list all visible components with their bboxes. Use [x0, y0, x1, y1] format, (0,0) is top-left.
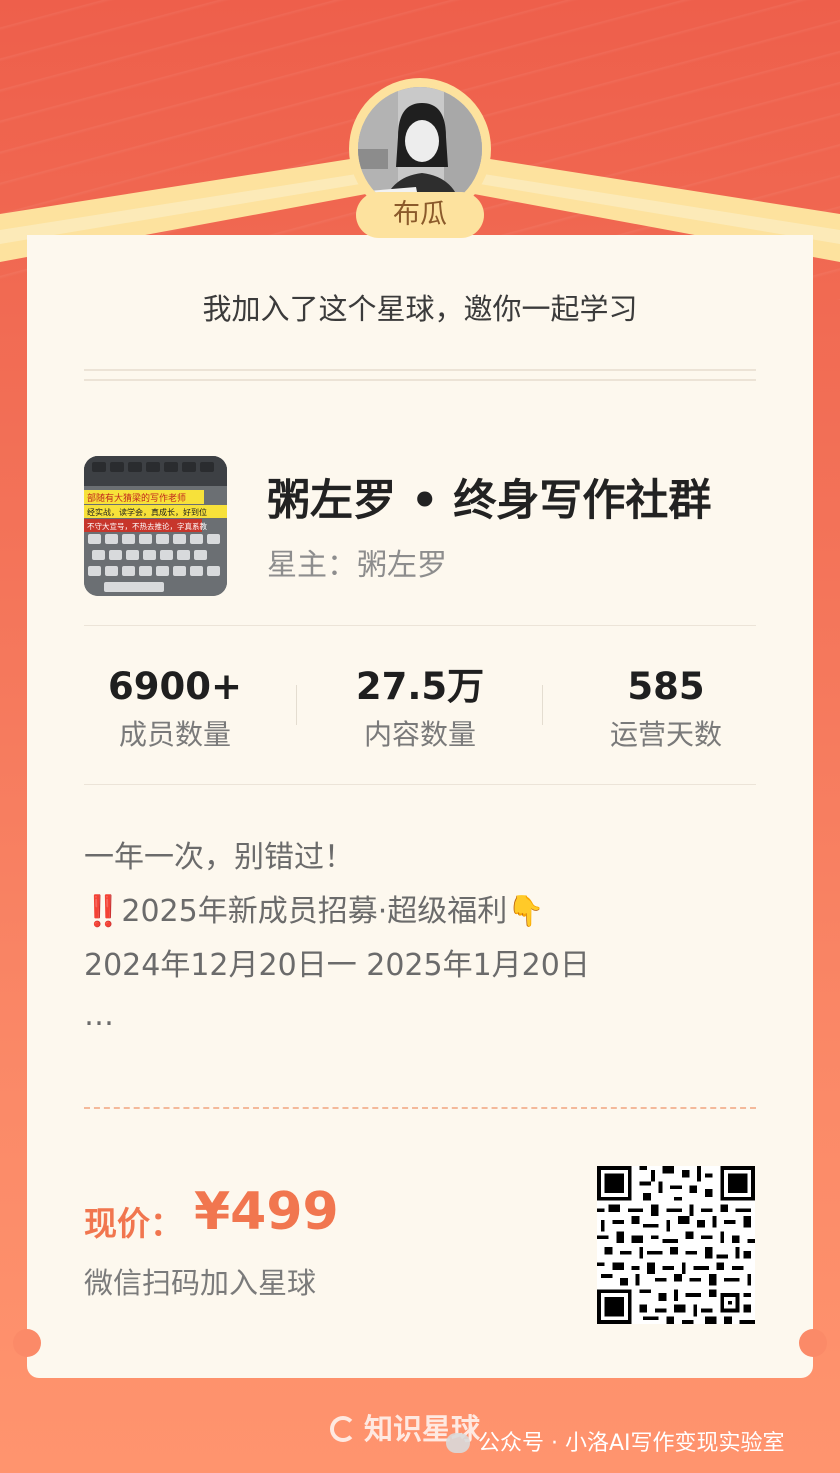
card-notch-left [13, 1329, 41, 1357]
stat-separator [542, 685, 543, 725]
watermark-text: 公众号 · 小洛AI写作变现实验室 [478, 1431, 785, 1456]
cover-text-line-3: 不守大宣号，不热去推论，字真系教 [87, 521, 207, 531]
price-value: ¥499 [194, 1182, 339, 1242]
group-cover-image[interactable]: 部随有大猜梁的写作老师 经实战，读学会，真成长，好到位 不守大宣号，不热去推论，… [84, 456, 227, 596]
description-line-1: 一年一次，别错过！ [84, 840, 354, 875]
description-more[interactable]: … [84, 998, 114, 1033]
stat-content-label: 内容数量 [363, 718, 476, 751]
description-line-2: ‼️2025年新成员招募·超级福利👇 [84, 886, 545, 930]
double-divider [84, 369, 756, 381]
keyboard-photo: 部随有大猜梁的写作老师 经实战，读学会，真成长，好到位 不守大宣号，不热去推论，… [84, 456, 227, 596]
price-label: 现价： [84, 1204, 183, 1243]
zsxq-logo-icon [330, 1416, 356, 1442]
invite-poster: 布瓜 我加入了这个星球，邀你一起学习 部随有大猜梁的写作老师 经实战，读学会，真… [0, 0, 840, 1473]
double-exclamation-icon: ‼️ [84, 894, 122, 929]
divider [84, 625, 756, 626]
wechat-watermark: 公众号 · 小洛AI写作变现实验室 [446, 1425, 785, 1457]
invite-text: 我加入了这个星球，邀你一起学习 [202, 292, 638, 326]
description-line-2-text: 2025年新成员招募·超级福利 [121, 894, 508, 929]
stat-content-value: 27.5万 [355, 665, 485, 708]
stat-days: 585 运营天数 [576, 665, 756, 753]
stat-days-label: 运营天数 [609, 718, 722, 751]
stat-separator [296, 685, 297, 725]
stat-members-value: 6900+ [108, 665, 242, 708]
dashed-divider [84, 1107, 756, 1109]
wechat-icon [446, 1433, 470, 1453]
stat-content: 27.5万 内容数量 [330, 665, 510, 753]
group-title[interactable]: 粥左罗 • 终身写作社群 [267, 466, 711, 528]
scan-hint: 微信扫码加入星球 [84, 1266, 317, 1300]
qr-code[interactable] [597, 1166, 755, 1324]
description-line-3: 2024年12月20日一 2025年1月20日 [84, 948, 590, 983]
user-name-badge: 布瓜 [356, 192, 484, 238]
group-owner: 星主：粥左罗 [267, 548, 447, 583]
divider [84, 784, 756, 785]
pointing-down-icon: 👇 [507, 894, 545, 929]
stat-days-value: 585 [627, 665, 705, 708]
card-notch-right [799, 1329, 827, 1357]
stat-members: 6900+ 成员数量 [85, 665, 265, 753]
cover-text-line-1: 部随有大猜梁的写作老师 [87, 492, 186, 504]
cover-text-line-2: 经实战，读学会，真成长，好到位 [87, 507, 207, 517]
stat-members-label: 成员数量 [118, 718, 231, 751]
